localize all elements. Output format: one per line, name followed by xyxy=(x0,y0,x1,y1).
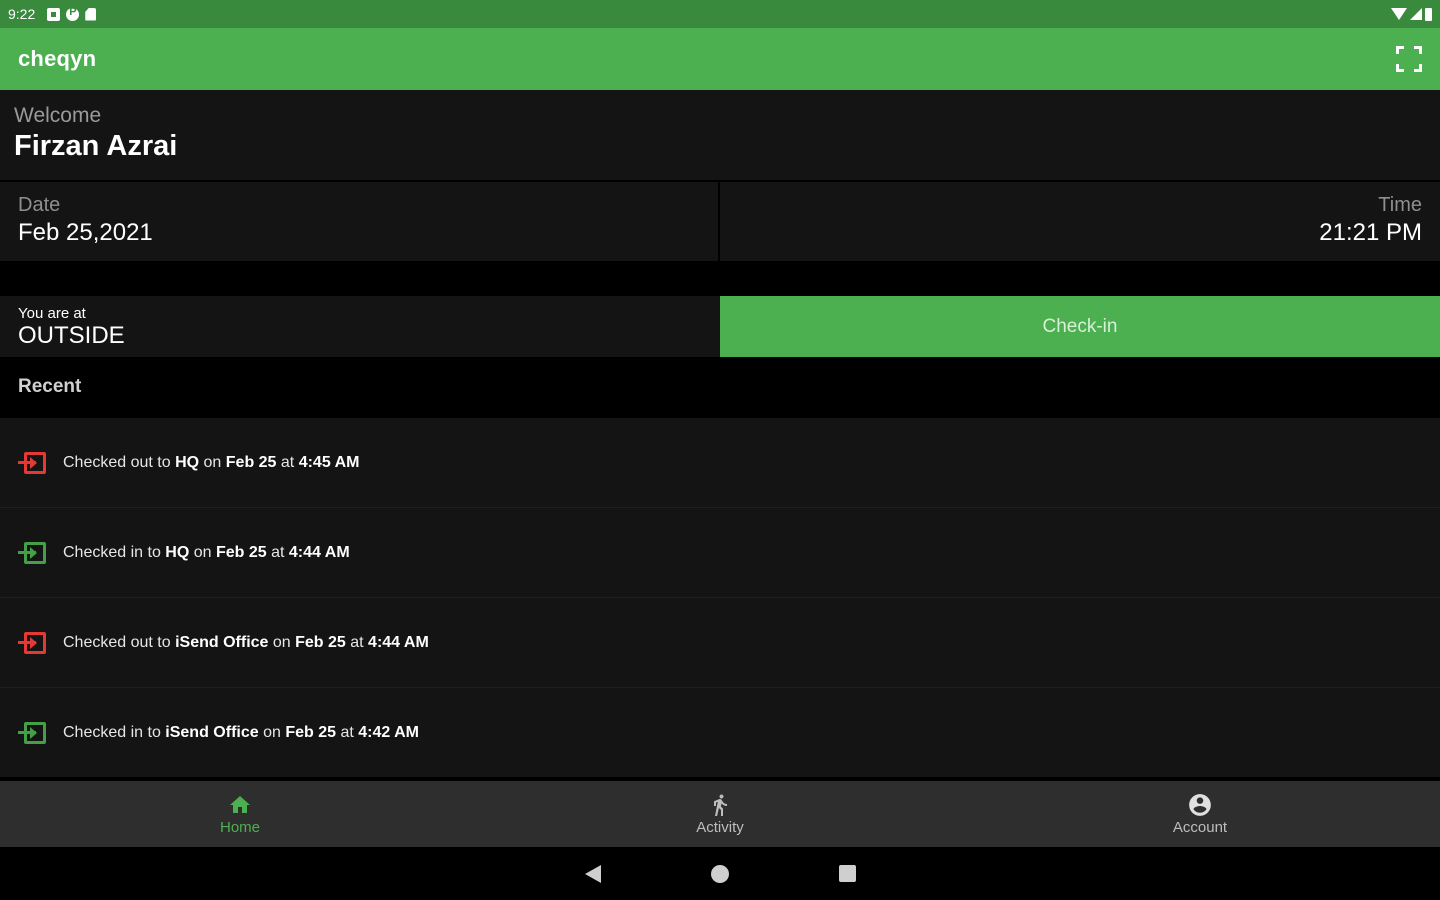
recents-square-icon[interactable] xyxy=(838,865,856,882)
home-circle-icon[interactable] xyxy=(710,864,729,883)
list-item[interactable]: Checked in to HQ on Feb 25 at 4:44 AM xyxy=(0,508,1440,598)
list-item[interactable]: Checked out to HQ on Feb 25 at 4:45 AM xyxy=(0,418,1440,508)
signal-icon xyxy=(1410,8,1422,20)
app-bar: cheqyn xyxy=(0,28,1440,90)
nav-label-activity: Activity xyxy=(696,819,744,836)
nav-label-account: Account xyxy=(1172,819,1228,836)
activity-text: Checked in to iSend Office on Feb 25 at … xyxy=(63,723,420,741)
list-item[interactable]: Checked out to iSend Office on Feb 25 at… xyxy=(0,598,1440,688)
status-right xyxy=(1391,7,1432,21)
datetime-row: Date Feb 25,2021 Time 21:21 PM xyxy=(0,182,1440,261)
location-row: You are at OUTSIDE Check-in xyxy=(0,296,1440,357)
bottom-nav: Home Activity Account xyxy=(0,781,1440,847)
app-title: cheqyn xyxy=(18,46,97,71)
status-left: 9:22 xyxy=(8,6,97,22)
recent-list: Checked out to HQ on Feb 25 at 4:45 AM C… xyxy=(0,418,1440,780)
checkout-icon xyxy=(18,631,46,654)
recent-header: Recent xyxy=(0,360,1440,416)
location-value: OUTSIDE xyxy=(18,322,125,349)
checkout-icon xyxy=(18,451,46,474)
pinterest-icon xyxy=(66,6,80,21)
checkin-button[interactable]: Check-in xyxy=(720,296,1440,357)
system-nav-bar xyxy=(0,847,1440,900)
home-icon xyxy=(227,792,253,818)
welcome-label: Welcome xyxy=(14,104,102,127)
nav-activity[interactable]: Activity xyxy=(480,781,960,847)
account-circle-icon xyxy=(1187,792,1213,818)
activity-text: Checked out to iSend Office on Feb 25 at… xyxy=(63,633,429,651)
date-card: Date Feb 25,2021 xyxy=(0,182,718,261)
list-item[interactable]: Checked in to iSend Office on Feb 25 at … xyxy=(0,688,1440,777)
welcome-card: Welcome Firzan Azrai xyxy=(0,90,1440,180)
date-value: Feb 25,2021 xyxy=(18,219,153,246)
activity-text: Checked out to HQ on Feb 25 at 4:45 AM xyxy=(63,453,360,471)
time-label: Time xyxy=(1378,194,1422,216)
nav-home[interactable]: Home xyxy=(0,781,480,847)
nav-label-home: Home xyxy=(219,819,260,836)
date-label: Date xyxy=(18,194,61,216)
time-value: 21:21 PM xyxy=(1319,219,1422,246)
fullscreen-icon[interactable] xyxy=(1396,46,1422,72)
back-icon[interactable] xyxy=(584,864,601,883)
location-label: You are at xyxy=(18,305,86,322)
location-info: You are at OUTSIDE xyxy=(0,296,720,357)
activity-text: Checked in to HQ on Feb 25 at 4:44 AM xyxy=(63,543,350,561)
wifi-icon xyxy=(1391,8,1407,20)
nav-account[interactable]: Account xyxy=(960,781,1440,847)
user-name: Firzan Azrai xyxy=(14,130,178,162)
checkin-icon xyxy=(18,541,46,564)
notification-square-icon xyxy=(47,7,61,21)
walking-icon xyxy=(707,792,733,818)
battery-icon xyxy=(1425,7,1432,21)
time-card: Time 21:21 PM xyxy=(720,182,1440,261)
checkin-icon xyxy=(18,721,46,744)
status-time: 9:22 xyxy=(8,6,36,22)
status-bar: 9:22 xyxy=(0,0,1440,28)
sd-card-icon xyxy=(85,7,97,21)
